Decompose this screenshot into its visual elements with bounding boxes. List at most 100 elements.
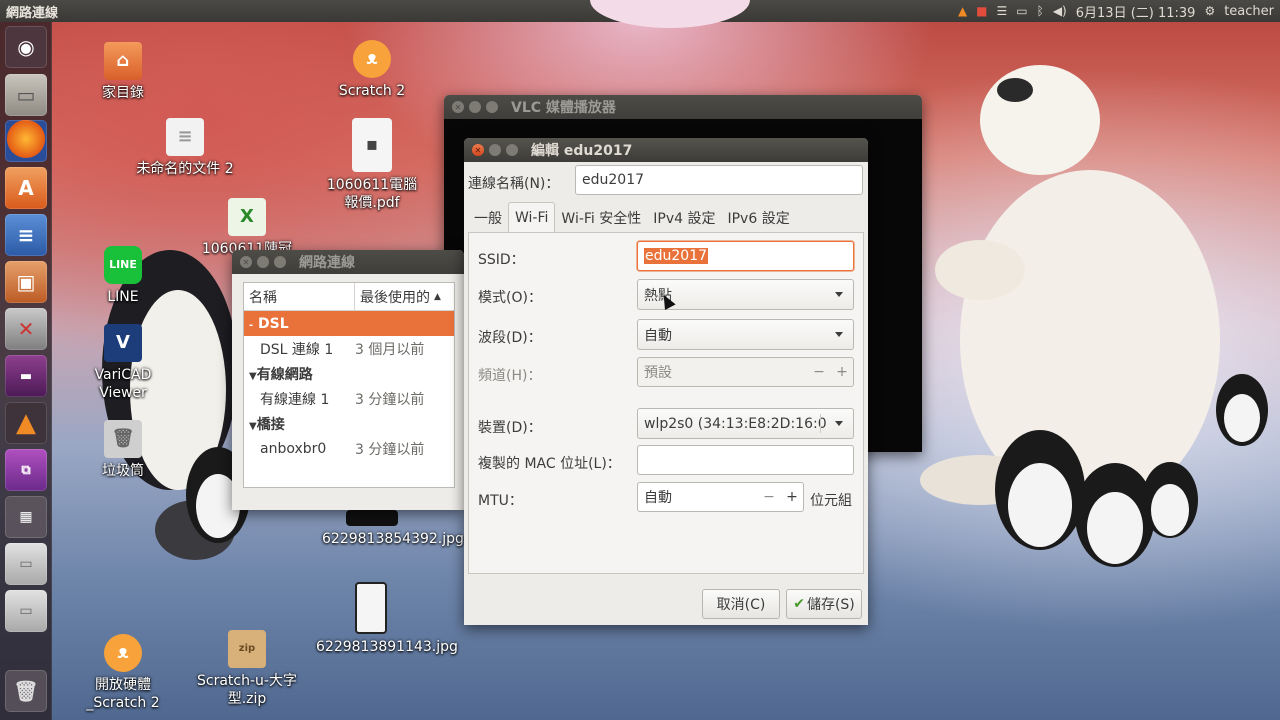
mtu-decrement-button[interactable]: − (758, 483, 780, 511)
volume-icon[interactable]: ◀) (1053, 4, 1067, 18)
desktop-icon-scratch-zip[interactable]: zip Scratch-u-大字型.zip (197, 630, 297, 708)
line-app-icon: LINE (104, 246, 142, 284)
close-icon[interactable]: ✕ (472, 144, 484, 156)
sort-up-icon: ▲ (434, 291, 441, 302)
desktop-icon-jpg1[interactable]: 6229813854392.jpg (322, 510, 464, 548)
panel-indicators: ▲ ■ ☰ ▭ ᛒ ◀) 6月13日 (二) 11:39 ⚙ teacher (958, 2, 1280, 21)
group-row-wired[interactable]: ▼有線網路 (244, 361, 454, 386)
connection-name-input[interactable]: edu2017 (575, 165, 863, 195)
dash-icon[interactable]: ◉ (5, 26, 47, 68)
ssid-input[interactable]: edu2017 (637, 241, 854, 271)
battery-icon[interactable]: ▭ (1016, 4, 1027, 18)
network-connections-titlebar[interactable]: ✕ 網路連線 (232, 250, 464, 274)
desktop-icon-label: 未命名的文件 2 (136, 161, 234, 177)
desktop-icon-label: Scratch 2 (338, 83, 406, 99)
column-header-name[interactable]: 名稱 (244, 283, 355, 310)
maximize-icon[interactable] (274, 256, 286, 268)
desktop-icon-label: Scratch-u-大字型.zip (197, 673, 297, 707)
network-connections-title: 網路連線 (299, 255, 355, 271)
close-icon[interactable]: ✕ (452, 101, 464, 113)
edit-dialog-title: 編輯 edu2017 (531, 143, 633, 159)
mtu-unit-label: 位元組 (810, 493, 852, 509)
channel-decrement-button[interactable]: − (808, 358, 830, 386)
mtu-increment-button[interactable]: + (781, 483, 803, 511)
edit-connection-dialog: ✕ 編輯 edu2017 連線名稱(N)： edu2017 一般 Wi-Fi W… (464, 138, 868, 625)
keyboard-icon[interactable]: ☰ (997, 4, 1008, 18)
screen-recorder-icon[interactable]: ■ (976, 4, 987, 18)
desktop-icon-open-scratch[interactable]: ᴥ 開放硬體_Scratch 2 (73, 634, 173, 712)
tab-wifi-security[interactable]: Wi-Fi 安全性 (555, 204, 647, 232)
firefox-icon[interactable] (5, 120, 47, 162)
maximize-icon[interactable] (506, 144, 518, 156)
tab-ipv6[interactable]: IPv6 設定 (721, 204, 795, 232)
expander-down-icon: ▼ (249, 420, 257, 432)
system-settings-icon[interactable]: ✕ (5, 308, 47, 350)
channel-increment-button[interactable]: + (831, 358, 853, 386)
group-row-dsl[interactable]: - DSL (244, 311, 454, 336)
chevron-down-icon (835, 292, 843, 297)
edit-dialog-titlebar[interactable]: ✕ 編輯 edu2017 (464, 138, 868, 162)
desktop-icon-scratch2[interactable]: ᴥ Scratch 2 (322, 40, 422, 100)
desktop-icon-trash[interactable]: 🗑 垃圾筒 (73, 420, 173, 480)
desktop-icon-pdf[interactable]: ▪ 1060611電腦報價.pdf (322, 118, 422, 212)
trash-icon[interactable]: 🗑 (5, 670, 47, 712)
impress-icon[interactable]: ▣ (5, 261, 47, 303)
workspace-switcher-icon[interactable]: ▦ (5, 496, 47, 538)
connection-row[interactable]: anboxbr0 3 分鐘以前 (244, 436, 454, 461)
tab-general[interactable]: 一般 (468, 204, 508, 232)
vlc-icon[interactable]: ▲ (5, 402, 47, 444)
minimize-icon[interactable] (469, 101, 481, 113)
chevron-down-icon (835, 421, 843, 426)
group-row-bridge[interactable]: ▼橋接 (244, 411, 454, 436)
cloned-mac-label: 複製的 MAC 位址(L)： (478, 456, 621, 472)
save-button[interactable]: ✔ 儲存(S) (786, 589, 862, 619)
tab-ipv4[interactable]: IPv4 設定 (647, 204, 721, 232)
connection-row[interactable]: 有線連線 1 3 分鐘以前 (244, 386, 454, 411)
desktop-icon-label: 6229813891143.jpg (316, 639, 458, 655)
collapse-icon: - (249, 319, 254, 331)
maximize-icon[interactable] (486, 101, 498, 113)
pdf-file-icon: ▪ (352, 118, 392, 172)
device-combo[interactable]: wlp2s0 (34:13:E8:2D:16:0 (637, 408, 854, 439)
gear-icon[interactable]: ⚙ (1204, 4, 1215, 18)
polar-bear-image (920, 40, 1230, 520)
network-connections-window: ✕ 網路連線 名稱 最後使用的 ▲ - DSL DSL 連線 1 3 個月以前 … (232, 250, 464, 510)
desktop-icon-home[interactable]: ⌂ 家目錄 (73, 42, 173, 102)
desktop-icon-varicad[interactable]: V VariCAD Viewer (73, 324, 173, 402)
software-center-icon[interactable]: A (5, 167, 47, 209)
panel-app-title: 網路連線 (6, 5, 59, 21)
varicad-icon: V (104, 324, 142, 362)
top-panel: 網路連線 ▲ ■ ☰ ▭ ᛒ ◀) 6月13日 (二) 11:39 ⚙ teac… (0, 0, 1280, 22)
column-header-last-used[interactable]: 最後使用的 ▲ (355, 283, 454, 310)
minimize-icon[interactable] (257, 256, 269, 268)
tab-wifi[interactable]: Wi-Fi (508, 202, 556, 232)
bluetooth-icon[interactable]: ᛒ (1037, 4, 1044, 18)
vlc-title: VLC 媒體播放器 (511, 100, 616, 116)
desktop-icon-untitled-doc[interactable]: ≡ 未命名的文件 2 (135, 118, 235, 178)
desktop-icon-jpg2[interactable]: 6229813891143.jpg (316, 582, 458, 656)
desktop-icon-label: 家目錄 (102, 85, 144, 101)
close-icon[interactable]: ✕ (240, 256, 252, 268)
file-manager-icon[interactable]: ▭ (5, 74, 47, 116)
band-dropdown[interactable]: 自動 (637, 319, 854, 350)
network-app-icon[interactable]: ⧉ (5, 449, 47, 491)
image-file-icon (346, 510, 398, 526)
drive-icon[interactable]: ▭ (5, 590, 47, 632)
clock[interactable]: 6月13日 (二) 11:39 (1076, 2, 1196, 21)
writer-icon[interactable]: ≡ (5, 214, 47, 256)
launcher: ◉ ▭ A ≡ ▣ ✕ ▬ ▲ ⧉ ▦ ▭ ▭ 🗑 (0, 22, 52, 720)
terminal-icon[interactable]: ▬ (5, 355, 47, 397)
minimize-icon[interactable] (489, 144, 501, 156)
drive-icon[interactable]: ▭ (5, 543, 47, 585)
cancel-button[interactable]: 取消(C) (702, 589, 780, 619)
vlc-titlebar[interactable]: ✕ VLC 媒體播放器 (444, 95, 922, 119)
tux-edu-image (980, 410, 1220, 570)
user-name[interactable]: teacher (1224, 4, 1274, 19)
desktop-icon-line[interactable]: LINE LINE (73, 246, 173, 306)
trash-icon: 🗑 (104, 420, 142, 458)
connection-row[interactable]: DSL 連線 1 3 個月以前 (244, 336, 454, 361)
chevron-down-icon (835, 332, 843, 337)
zip-archive-icon: zip (228, 630, 266, 668)
cloned-mac-input[interactable] (637, 445, 854, 475)
vlc-cone-icon[interactable]: ▲ (958, 4, 967, 18)
